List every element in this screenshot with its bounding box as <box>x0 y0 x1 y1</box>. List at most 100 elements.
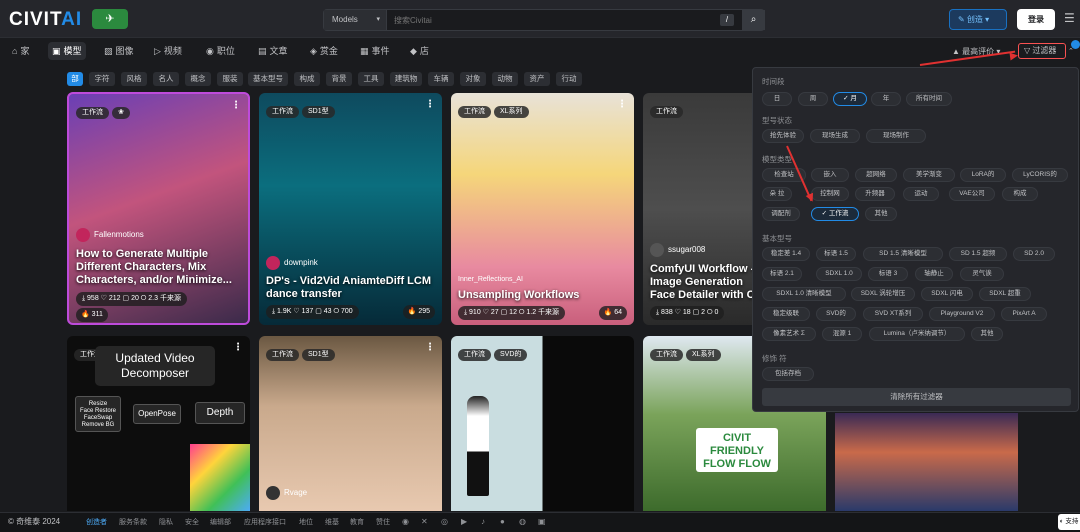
base-chip[interactable]: Playground V2 <box>929 307 995 321</box>
type-chip[interactable]: 升频器 <box>855 187 895 201</box>
collapse-icon[interactable]: ⌃ <box>1068 47 1074 55</box>
card-title[interactable]: How to Generate Multiple Different Chara… <box>76 248 246 287</box>
support-button[interactable]: ◐ 支持 <box>1058 514 1080 530</box>
model-card[interactable]: 工作流 SD1型 ⋮ downpink DP's - Vid2Vid Aniamt… <box>259 93 442 325</box>
time-chip-week[interactable]: 周 <box>798 92 828 106</box>
card-author[interactable]: downpink <box>266 256 318 270</box>
base-chip[interactable]: SDXL 涡轮增压 <box>851 287 915 301</box>
tip-count[interactable]: 🔥 295 <box>402 305 435 319</box>
footer-link[interactable]: 编辑部 <box>210 517 231 527</box>
footer-link[interactable]: 服务条款 <box>119 517 147 527</box>
tag-all[interactable]: 部 <box>67 72 83 86</box>
tag-item[interactable]: 基本型号 <box>248 72 288 86</box>
footer-link[interactable]: 安全 <box>185 517 199 527</box>
status-chip[interactable]: 现场生成 <box>810 129 860 143</box>
base-chip[interactable]: PixArt A <box>1001 307 1047 321</box>
base-chip[interactable]: 稳定级联 <box>762 307 810 321</box>
base-chip[interactable]: 轴静止 <box>915 267 953 281</box>
model-card[interactable]: 工作流 SVD的 <box>451 336 634 511</box>
type-chip[interactable]: 调配剂 <box>762 207 800 221</box>
more-icon[interactable]: ⋮ <box>231 100 241 111</box>
nav-item-shop[interactable]: ◆ 店 <box>406 42 433 60</box>
base-chip[interactable]: 标语 1.5 <box>816 247 856 261</box>
status-chip[interactable]: 现场制作 <box>866 129 926 143</box>
base-chip[interactable]: SD 2.0 <box>1013 247 1055 261</box>
nav-item-events[interactable]: ▦ 事件 <box>356 42 394 60</box>
more-icon[interactable]: ⋮ <box>425 342 435 353</box>
type-chip[interactable]: 美学渐变 <box>903 168 955 182</box>
tag-item[interactable]: 服装 <box>217 72 243 86</box>
base-chip[interactable]: SD 1.5 超频 <box>949 247 1007 261</box>
filter-button[interactable]: ▽ 过滤器 <box>1018 43 1066 59</box>
time-chip-year[interactable]: 年 <box>871 92 901 106</box>
type-chip[interactable]: 朵 拉 <box>762 187 792 201</box>
tag-item[interactable]: 背景 <box>326 72 352 86</box>
model-card[interactable]: 工作流 ssugar008 ComfyUI Workflow - Image G… <box>643 93 752 325</box>
instagram-icon[interactable]: ◎ <box>441 517 448 526</box>
tip-count[interactable]: 🔥 311 <box>76 308 108 322</box>
card-author[interactable]: ssugar008 <box>650 243 705 257</box>
type-chip[interactable]: 控制网 <box>811 187 849 201</box>
card-author[interactable]: Fallenmotions <box>76 228 144 242</box>
nav-item-jobs[interactable]: ◉ 职位 <box>202 42 239 60</box>
more-icon[interactable]: ⋮ <box>425 99 435 110</box>
card-title[interactable]: Updated Video Decomposer <box>95 346 215 386</box>
footer-link[interactable]: 地位 <box>299 517 313 527</box>
base-chip[interactable]: SDXL 超重 <box>979 287 1031 301</box>
type-chip[interactable]: LyCORIS的 <box>1012 168 1068 182</box>
footer-link[interactable]: 隐私 <box>159 517 173 527</box>
discord-icon[interactable]: ◉ <box>402 517 409 526</box>
tag-item[interactable]: 字符 <box>89 72 115 86</box>
base-chip[interactable]: SDXL 1.0 <box>816 267 862 281</box>
tag-item[interactable]: 车辆 <box>428 72 454 86</box>
card-title[interactable]: ComfyUI Workflow - Image Generation Face… <box>650 263 752 302</box>
base-chip[interactable]: SDXL 1.0 清晰模型 <box>762 287 846 301</box>
tag-item[interactable]: 行动 <box>556 72 582 86</box>
model-card[interactable]: 工作流 SD1型 ⋮ Rvage <box>259 336 442 511</box>
base-chip[interactable]: Lumina（卢米纳调节） <box>869 327 965 341</box>
search-input[interactable] <box>392 10 712 30</box>
nav-item-models[interactable]: ▣ 模型 <box>48 42 86 60</box>
time-chip-month[interactable]: ✓ 月 <box>833 92 867 106</box>
youtube-icon[interactable]: ▶ <box>461 517 467 526</box>
tag-item[interactable]: 对象 <box>460 72 486 86</box>
civitai-logo[interactable]: CIVITAI <box>9 9 82 31</box>
model-card[interactable]: 工作流 ❀ ⋮ Fallenmotions How to Generate Mul… <box>67 92 250 325</box>
nav-item-images[interactable]: ▨ 图像 <box>100 42 138 60</box>
base-chip[interactable]: 混源 1 <box>822 327 862 341</box>
base-chip[interactable]: 标语 2.1 <box>762 267 802 281</box>
github-icon[interactable]: ◍ <box>519 517 526 526</box>
tag-item[interactable]: 工具 <box>358 72 384 86</box>
type-chip[interactable]: 其他 <box>865 207 897 221</box>
app-badge-icon[interactable]: ✈ <box>92 9 128 29</box>
nav-item-articles[interactable]: ▤ 文章 <box>254 42 292 60</box>
tag-item[interactable]: 建筑物 <box>390 72 422 86</box>
tip-count[interactable]: 🔥 64 <box>598 306 627 320</box>
base-chip[interactable]: SDXL 闪电 <box>921 287 973 301</box>
type-chip[interactable]: 超网络 <box>855 168 897 182</box>
type-chip-workflow[interactable]: ✓ 工作流 <box>811 207 859 221</box>
base-chip[interactable]: SD 1.5 清晰模型 <box>863 247 943 261</box>
search-icon[interactable]: ⌕ <box>742 10 765 30</box>
card-title[interactable]: DP's - Vid2Vid AniamteDiff LCM dance tra… <box>266 275 436 301</box>
card-title[interactable]: Unsampling Workflows <box>458 289 628 302</box>
base-chip[interactable]: SVD XT系列 <box>863 307 923 321</box>
image-thumbnail[interactable] <box>835 413 1018 511</box>
base-chip[interactable]: 稳定差 1.4 <box>762 247 810 261</box>
base-chip[interactable]: SVD的 <box>816 307 856 321</box>
reddit-icon[interactable]: ● <box>500 517 505 526</box>
login-button[interactable]: 登录 <box>1017 9 1055 30</box>
type-chip[interactable]: 构成 <box>1002 187 1038 201</box>
footer-link[interactable]: 维基 <box>325 517 339 527</box>
nav-item-bounties[interactable]: ◈ 赏金 <box>306 42 342 60</box>
model-card[interactable]: 工作流 XL系列 ⋮ Inner_Reflections_AI Unsamplin… <box>451 93 634 325</box>
more-icon[interactable]: ⋮ <box>233 342 243 353</box>
type-chip[interactable]: LoRA的 <box>960 168 1006 182</box>
tag-item[interactable]: 概念 <box>185 72 211 86</box>
footer-link[interactable]: 应用程序接口 <box>244 517 286 527</box>
footer-link[interactable]: 创造者 <box>86 517 107 527</box>
modifier-chip[interactable]: 包括存档 <box>762 367 814 381</box>
tag-item[interactable]: 资产 <box>524 72 550 86</box>
twitch-icon[interactable]: ▣ <box>538 517 546 526</box>
tiktok-icon[interactable]: ♪ <box>481 517 485 526</box>
